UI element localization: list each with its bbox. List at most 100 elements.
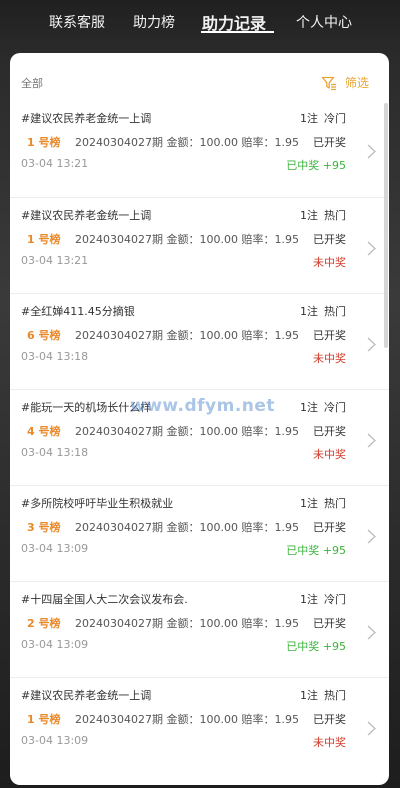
record-issue: 20240304027期 [75,233,163,246]
record-item[interactable]: #建议农民养老金统一上调 1注 热门 1 号榜 20240304027期 金额：1… [10,197,389,293]
record-info: 20240304027期 金额：100.00 赔率：1.95 [75,615,299,631]
chevron-right-icon [367,625,376,640]
record-board: 1 号榜 [27,233,61,246]
record-bets: 1注 [300,112,318,125]
record-time: 03-04 13:21 [21,157,89,170]
record-amount: 金额：100.00 [166,136,238,149]
chevron-right-icon [367,337,376,352]
record-result: 未中奖 [313,736,346,749]
filter-button[interactable]: 筛选 [321,74,369,91]
record-odds: 赔率：1.95 [241,329,299,342]
record-title: #建议农民养老金统一上调 [21,209,152,222]
record-info: 20240304027期 金额：100.00 赔率：1.95 [75,134,299,150]
record-board: 3 号榜 [27,521,61,534]
record-item[interactable]: #建议农民养老金统一上调 1注 冷门 1 号榜 20240304027期 金额：1… [10,101,389,197]
record-board: 1 号榜 [27,136,61,149]
record-issue: 20240304027期 [75,521,163,534]
record-time: 03-04 13:09 [21,542,89,555]
tab-support-ranking[interactable]: 助力榜 [133,12,175,32]
record-item[interactable]: #十四届全国人大二次会议发布会. 1注 冷门 2 号榜 20240304027期 … [10,581,389,677]
record-result: 未中奖 [313,256,346,269]
record-draw-status: 已开奖 [313,713,346,726]
record-result: 已中奖 +95 [286,640,346,653]
record-issue: 20240304027期 [75,136,163,149]
filter-label: 筛选 [344,76,369,90]
records-list: #建议农民养老金统一上调 1注 冷门 1 号榜 20240304027期 金额：1… [10,101,389,773]
record-title: #建议农民养老金统一上调 [21,689,152,702]
top-navigation: 联系客服 助力榜 助力记录 个人中心 [0,0,400,46]
record-title: #能玩一天的机场长什么样 [21,401,152,414]
chevron-right-icon [367,144,376,159]
record-title: #多所院校呼吁毕业生积极就业 [21,497,174,510]
record-result: 已中奖 +95 [286,159,346,172]
scrollbar[interactable] [384,103,388,348]
record-bets: 1注 [300,689,318,702]
record-issue: 20240304027期 [75,713,163,726]
record-time: 03-04 13:09 [21,638,89,651]
active-tab-underline [201,31,274,33]
record-draw-status: 已开奖 [313,136,346,149]
record-odds: 赔率：1.95 [241,713,299,726]
record-item[interactable]: #建议农民养老金统一上调 1注 热门 1 号榜 20240304027期 金额：1… [10,677,389,773]
record-amount: 金额：100.00 [166,329,238,342]
record-info: 20240304027期 金额：100.00 赔率：1.95 [75,711,299,727]
filter-bar: 全部 筛选 [10,53,389,101]
record-bets: 1注 [300,209,318,222]
record-item[interactable]: #能玩一天的机场长什么样 1注 冷门 4 号榜 20240304027期 金额：1… [10,389,389,485]
record-amount: 金额：100.00 [166,425,238,438]
chevron-right-icon [367,721,376,736]
record-bets: 1注 [300,497,318,510]
record-board: 1 号榜 [27,713,61,726]
record-title: #十四届全国人大二次会议发布会. [21,593,188,606]
record-info: 20240304027期 金额：100.00 赔率：1.95 [75,519,299,535]
record-tag: 热门 [324,497,346,510]
record-draw-status: 已开奖 [313,617,346,630]
funnel-icon [321,76,336,90]
record-issue: 20240304027期 [75,425,163,438]
record-issue: 20240304027期 [75,617,163,630]
record-title: #建议农民养老金统一上调 [21,112,152,125]
record-draw-status: 已开奖 [313,521,346,534]
record-board: 2 号榜 [27,617,61,630]
records-card: 全部 筛选 #建议农民养老金统一上调 1注 冷门 1 号榜 20240304027… [10,53,389,785]
record-board: 4 号榜 [27,425,61,438]
record-bets: 1注 [300,401,318,414]
record-time: 03-04 13:09 [21,734,89,747]
record-item[interactable]: #全红婵411.45分摘银 1注 热门 6 号榜 20240304027期 金额：… [10,293,389,389]
record-tag: 冷门 [324,401,346,414]
record-odds: 赔率：1.95 [241,136,299,149]
record-draw-status: 已开奖 [313,329,346,342]
record-result: 未中奖 [313,448,346,461]
record-title: #全红婵411.45分摘银 [21,305,135,318]
record-time: 03-04 13:18 [21,350,89,363]
record-bets: 1注 [300,305,318,318]
filter-all-label[interactable]: 全部 [21,75,43,91]
record-amount: 金额：100.00 [166,617,238,630]
record-draw-status: 已开奖 [313,425,346,438]
record-info: 20240304027期 金额：100.00 赔率：1.95 [75,327,299,343]
chevron-right-icon [367,433,376,448]
tab-customer-service[interactable]: 联系客服 [49,12,105,32]
record-result: 未中奖 [313,352,346,365]
record-time: 03-04 13:21 [21,254,89,267]
record-result: 已中奖 +95 [286,544,346,557]
record-tag: 热门 [324,305,346,318]
record-tag: 冷门 [324,593,346,606]
record-odds: 赔率：1.95 [241,617,299,630]
record-odds: 赔率：1.95 [241,521,299,534]
record-info: 20240304027期 金额：100.00 赔率：1.95 [75,423,299,439]
record-tag: 热门 [324,689,346,702]
record-amount: 金额：100.00 [166,521,238,534]
chevron-right-icon [367,529,376,544]
record-time: 03-04 13:18 [21,446,89,459]
record-board: 6 号榜 [27,329,61,342]
record-tag: 热门 [324,209,346,222]
record-info: 20240304027期 金额：100.00 赔率：1.95 [75,231,299,247]
chevron-right-icon [367,241,376,256]
record-amount: 金额：100.00 [166,713,238,726]
record-draw-status: 已开奖 [313,233,346,246]
record-item[interactable]: #多所院校呼吁毕业生积极就业 1注 热门 3 号榜 20240304027期 金额… [10,485,389,581]
tab-personal-center[interactable]: 个人中心 [296,12,352,32]
record-amount: 金额：100.00 [166,233,238,246]
record-odds: 赔率：1.95 [241,425,299,438]
